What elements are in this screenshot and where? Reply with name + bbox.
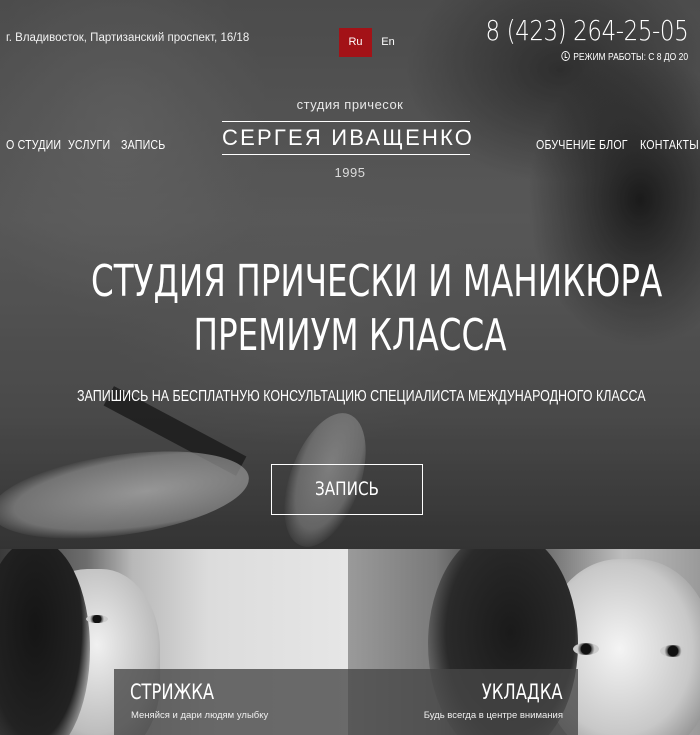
styling-eye-right-shape [660,645,686,657]
nav-item-contacts[interactable]: КОНТАКТЫ [640,137,699,152]
logo-name[interactable]: СЕРГЕЯ ИВАЩЕНКО [222,125,472,151]
logo-year: 1995 [334,165,366,180]
haircut-subtitle: Меняйся и дари людям улыбку [131,710,269,721]
haircut-title[interactable]: СТРИЖКА [130,680,214,704]
haircut-hair-shape [0,549,90,735]
logo-subtitle: студия причесок [296,97,404,112]
styling-eye-left-shape [573,643,599,655]
working-hours-text: РЕЖИМ РАБОТЫ: С 8 ДО 20 [573,52,688,63]
styling-title[interactable]: УКЛАДКА [482,680,563,704]
phone-number[interactable]: 8 (423) 264-25-05 [485,14,688,47]
lang-ru-button[interactable]: Ru [339,28,372,57]
booking-cta-label: ЗАПИСЬ [314,478,379,500]
nav-item-about[interactable]: О СТУДИИ [6,137,61,152]
hero-headline-line1: СТУДИЯ ПРИЧЕСКИ И МАНИКЮРА [91,256,663,307]
hero-subline: ЗАПИШИСЬ НА БЕСПЛАТНУЮ КОНСУЛЬТАЦИЮ СПЕЦ… [77,388,646,405]
nav-item-booking[interactable]: ЗАПИСЬ [121,137,165,152]
address-text: г. Владивосток, Партизанский проспект, 1… [6,32,250,44]
working-hours: РЕЖИМ РАБОТЫ: С 8 ДО 20 [561,51,688,63]
clock-icon [561,51,570,61]
nav-item-training[interactable]: ОБУЧЕНИЕ [536,137,596,152]
booking-cta-button[interactable]: ЗАПИСЬ [271,464,423,515]
nav-item-services[interactable]: УСЛУГИ [68,137,110,152]
haircut-eye-shape [86,615,108,623]
nav-item-blog[interactable]: БЛОГ [599,137,628,152]
styling-subtitle: Будь всегда в центре внимания [423,710,563,721]
lang-en-button[interactable]: En [373,28,403,57]
hero-headline-line2: ПРЕМИУМ КЛАССА [193,310,507,361]
